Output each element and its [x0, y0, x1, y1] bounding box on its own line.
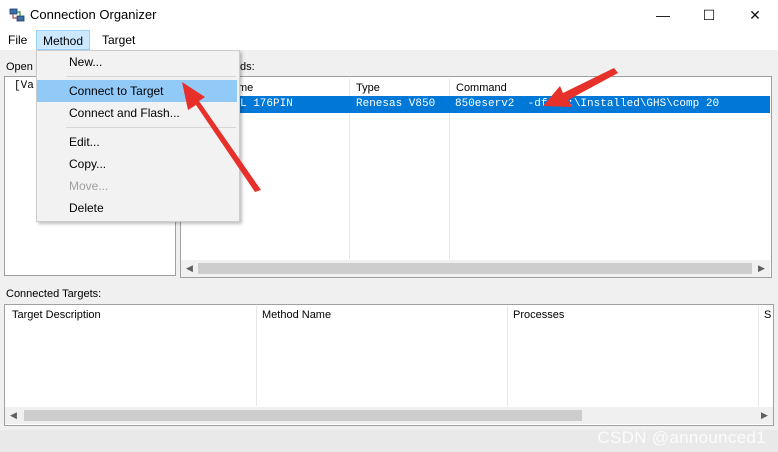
annotation-arrows	[182, 68, 618, 192]
watermark-text: CSDN @announced1	[597, 428, 766, 447]
red-arrow-icon	[543, 68, 618, 107]
red-arrow-icon	[182, 82, 261, 192]
